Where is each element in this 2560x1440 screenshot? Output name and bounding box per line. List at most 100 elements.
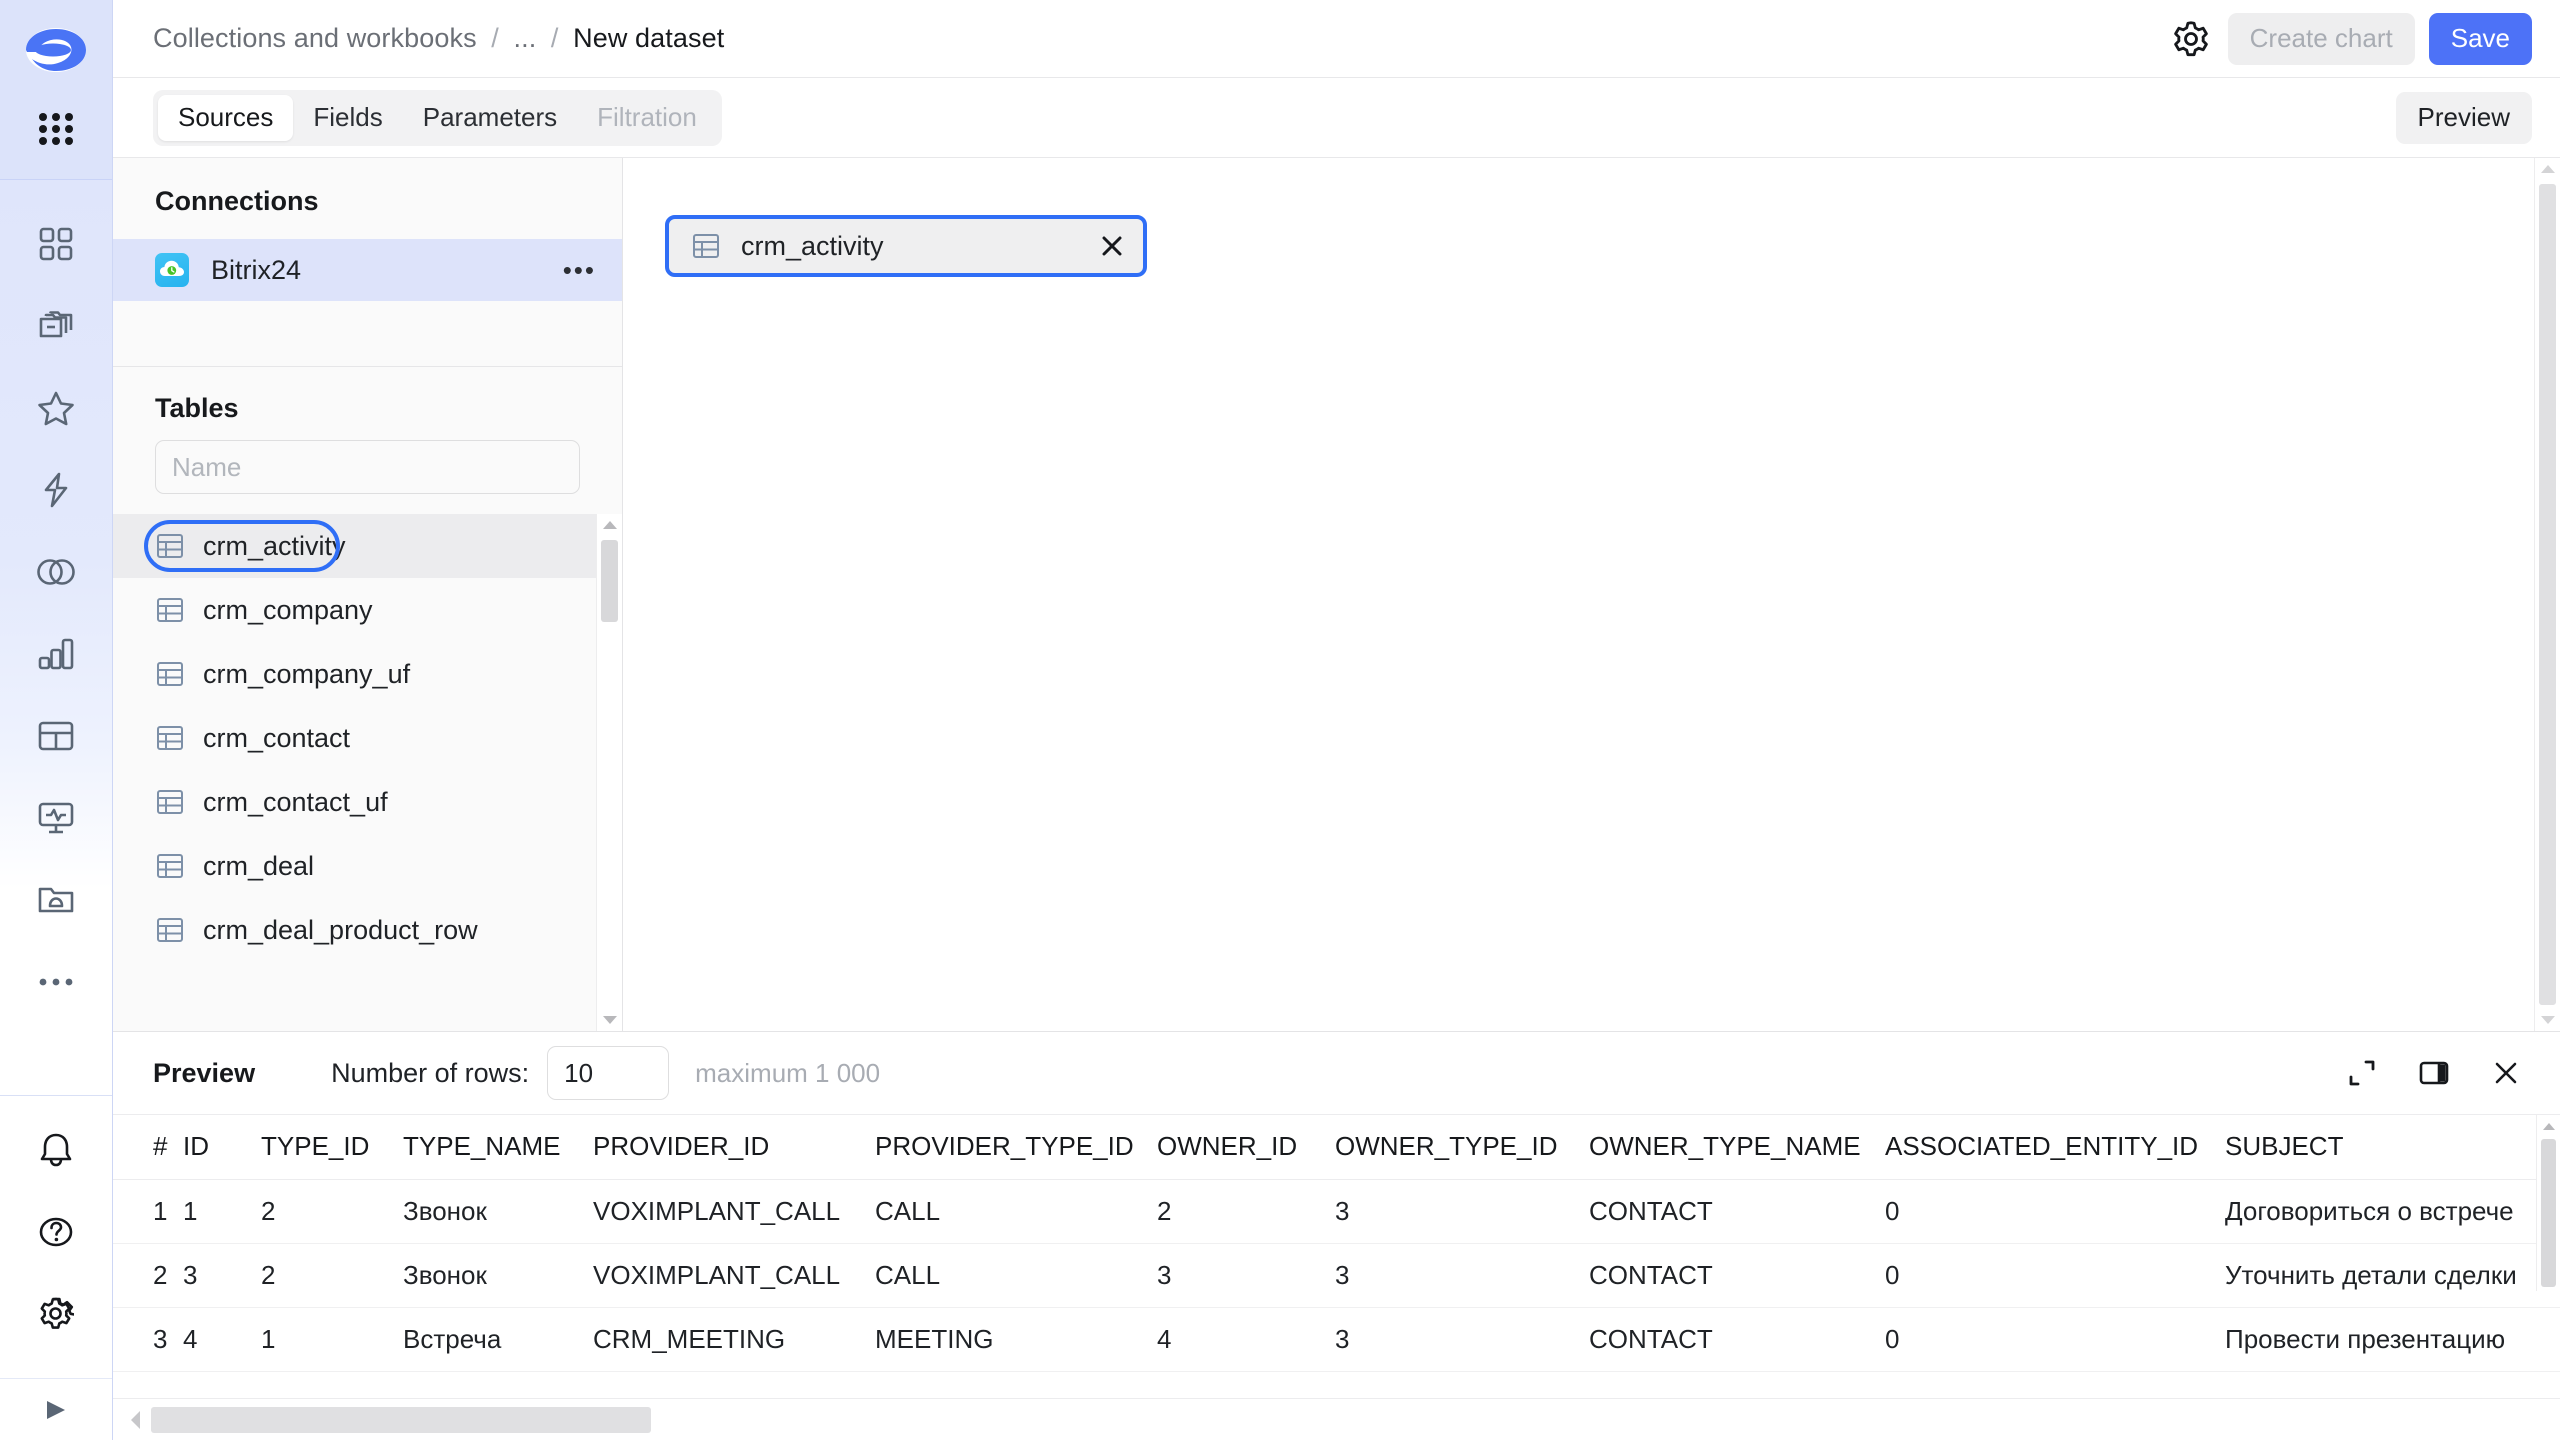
col-header-owner-type-id[interactable]: OWNER_TYPE_ID	[1335, 1115, 1589, 1179]
datalens-logo-icon[interactable]	[24, 18, 88, 82]
tab-filtration: Filtration	[577, 95, 717, 141]
col-header-id[interactable]: ID	[183, 1115, 261, 1179]
preview-vertical-scrollbar-thumb[interactable]	[2541, 1139, 2556, 1287]
cell-num: 3	[113, 1307, 183, 1371]
cell-num: 1	[113, 1179, 183, 1243]
preview-button[interactable]: Preview	[2396, 92, 2532, 144]
tables-list-inner: crm_activity crm_company	[113, 514, 596, 1031]
rail-item-favorites[interactable]	[28, 380, 84, 436]
table-row[interactable]: 1 1 2 Звонок VOXIMPLANT_CALL CALL 2 3 CO…	[113, 1179, 2560, 1243]
tab-fields[interactable]: Fields	[293, 95, 402, 141]
table-item-crm-deal[interactable]: crm_deal	[113, 834, 596, 898]
rail-item-files[interactable]	[28, 872, 84, 928]
table-icon	[155, 723, 185, 753]
rail-item-datasets[interactable]	[28, 544, 84, 600]
tab-sources[interactable]: Sources	[158, 95, 293, 141]
preview-hscroll-thumb[interactable]	[151, 1407, 651, 1433]
table-item-crm-deal-product-row[interactable]: crm_deal_product_row	[113, 898, 596, 962]
tables-scrollbar[interactable]	[596, 514, 622, 1031]
close-icon[interactable]	[2486, 1053, 2526, 1093]
save-button[interactable]: Save	[2429, 13, 2532, 65]
table-item-label: crm_activity	[203, 531, 346, 562]
rail-item-settings[interactable]	[28, 1286, 84, 1342]
table-item-crm-contact[interactable]: crm_contact	[113, 706, 596, 770]
col-header-type-id[interactable]: TYPE_ID	[261, 1115, 403, 1179]
scroll-left-arrow-icon[interactable]	[121, 1410, 151, 1430]
table-item-label: crm_deal	[203, 851, 314, 882]
cell-associated-entity-id: 0	[1885, 1243, 2225, 1307]
sources-canvas[interactable]: crm_activity	[623, 158, 2560, 1031]
preview-header: Preview Number of rows: maximum 1 000	[113, 1032, 2560, 1114]
table-item-crm-activity[interactable]: crm_activity	[113, 514, 596, 578]
col-header-provider-id[interactable]: PROVIDER_ID	[593, 1115, 875, 1179]
source-node-crm-activity[interactable]: crm_activity	[665, 215, 1147, 277]
col-header-subject[interactable]: SUBJECT	[2225, 1115, 2560, 1179]
scroll-down-arrow-icon[interactable]	[597, 1009, 622, 1031]
cell-provider-type-id: CALL	[875, 1179, 1157, 1243]
scroll-up-arrow-icon[interactable]	[597, 514, 622, 536]
table-item-crm-company[interactable]: crm_company	[113, 578, 596, 642]
table-icon	[155, 851, 185, 881]
rail-item-charts[interactable]	[28, 626, 84, 682]
work-area: Connections Bitrix24 ••• Tables	[113, 158, 2560, 1032]
left-rail	[0, 0, 113, 1440]
table-item-label: crm_contact_uf	[203, 787, 388, 818]
rail-item-editor[interactable]	[28, 708, 84, 764]
rows-count-input[interactable]	[547, 1046, 669, 1100]
rail-item-notifications[interactable]	[28, 1122, 84, 1178]
close-icon[interactable]	[1099, 233, 1125, 259]
canvas-scrollbar-thumb[interactable]	[2539, 184, 2556, 1005]
preview-table-wrap[interactable]: # ID TYPE_ID TYPE_NAME PROVIDER_ID PROVI…	[113, 1114, 2560, 1398]
preview-vertical-scrollbar[interactable]	[2536, 1115, 2560, 1291]
col-header-owner-type-name[interactable]: OWNER_TYPE_NAME	[1589, 1115, 1885, 1179]
cell-owner-type-name: CONTACT	[1589, 1179, 1885, 1243]
apps-grid-icon[interactable]	[28, 106, 84, 152]
tables-scrollbar-thumb[interactable]	[601, 540, 618, 622]
cell-owner-type-name: CONTACT	[1589, 1307, 1885, 1371]
tab-bar: Sources Fields Parameters Filtration Pre…	[113, 78, 2560, 158]
cell-associated-entity-id: 0	[1885, 1307, 2225, 1371]
cell-subject: Договориться о встрече	[2225, 1179, 2560, 1243]
table-item-crm-contact-uf[interactable]: crm_contact_uf	[113, 770, 596, 834]
rows-max-note: maximum 1 000	[695, 1058, 880, 1089]
scroll-down-arrow-icon[interactable]	[2535, 1009, 2560, 1031]
create-chart-button[interactable]: Create chart	[2228, 13, 2415, 65]
rail-item-dashboards[interactable]	[28, 216, 84, 272]
table-item-crm-company-uf[interactable]: crm_company_uf	[113, 642, 596, 706]
rail-item-collections[interactable]	[28, 298, 84, 354]
collapse-play-icon[interactable]	[0, 1378, 112, 1440]
table-row[interactable]: 3 4 1 Встреча CRM_MEETING MEETING 4 3 CO…	[113, 1307, 2560, 1371]
preview-actions	[2342, 1053, 2526, 1093]
preview-hscroll-track[interactable]	[151, 1407, 2560, 1433]
expand-icon[interactable]	[2342, 1053, 2382, 1093]
canvas-scrollbar[interactable]	[2534, 158, 2560, 1031]
rail-item-connections[interactable]	[28, 462, 84, 518]
table-row[interactable]: 2 3 2 Звонок VOXIMPLANT_CALL CALL 3 3 CO…	[113, 1243, 2560, 1307]
tables-search-input[interactable]	[155, 440, 580, 494]
cell-type-id: 2	[261, 1243, 403, 1307]
rail-item-more[interactable]	[28, 954, 84, 1010]
col-header-associated-entity-id[interactable]: ASSOCIATED_ENTITY_ID	[1885, 1115, 2225, 1179]
cell-owner-id: 4	[1157, 1307, 1335, 1371]
col-header-num[interactable]: #	[113, 1115, 183, 1179]
preview-horizontal-scrollbar[interactable]	[113, 1398, 2560, 1440]
col-header-type-name[interactable]: TYPE_NAME	[403, 1115, 593, 1179]
col-header-provider-type-id[interactable]: PROVIDER_TYPE_ID	[875, 1115, 1157, 1179]
split-panel-icon[interactable]	[2414, 1053, 2454, 1093]
cell-provider-id: CRM_MEETING	[593, 1307, 875, 1371]
cell-owner-id: 3	[1157, 1243, 1335, 1307]
tab-parameters[interactable]: Parameters	[403, 95, 577, 141]
breadcrumb-ellipsis[interactable]: ...	[514, 23, 537, 53]
cell-provider-type-id: MEETING	[875, 1307, 1157, 1371]
rail-item-help[interactable]	[28, 1204, 84, 1260]
scroll-up-arrow-icon[interactable]	[2535, 158, 2560, 180]
cell-owner-type-name: CONTACT	[1589, 1243, 1885, 1307]
scroll-up-arrow-icon[interactable]	[2537, 1115, 2560, 1137]
more-dots-icon[interactable]: •••	[563, 257, 596, 283]
col-header-owner-id[interactable]: OWNER_ID	[1157, 1115, 1335, 1179]
connection-item-bitrix24[interactable]: Bitrix24 •••	[113, 239, 622, 301]
breadcrumb-root[interactable]: Collections and workbooks	[153, 23, 477, 53]
top-bar: Collections and workbooks / ... / New da…	[113, 0, 2560, 78]
rail-item-monitoring[interactable]	[28, 790, 84, 846]
gear-icon[interactable]	[2168, 16, 2214, 62]
